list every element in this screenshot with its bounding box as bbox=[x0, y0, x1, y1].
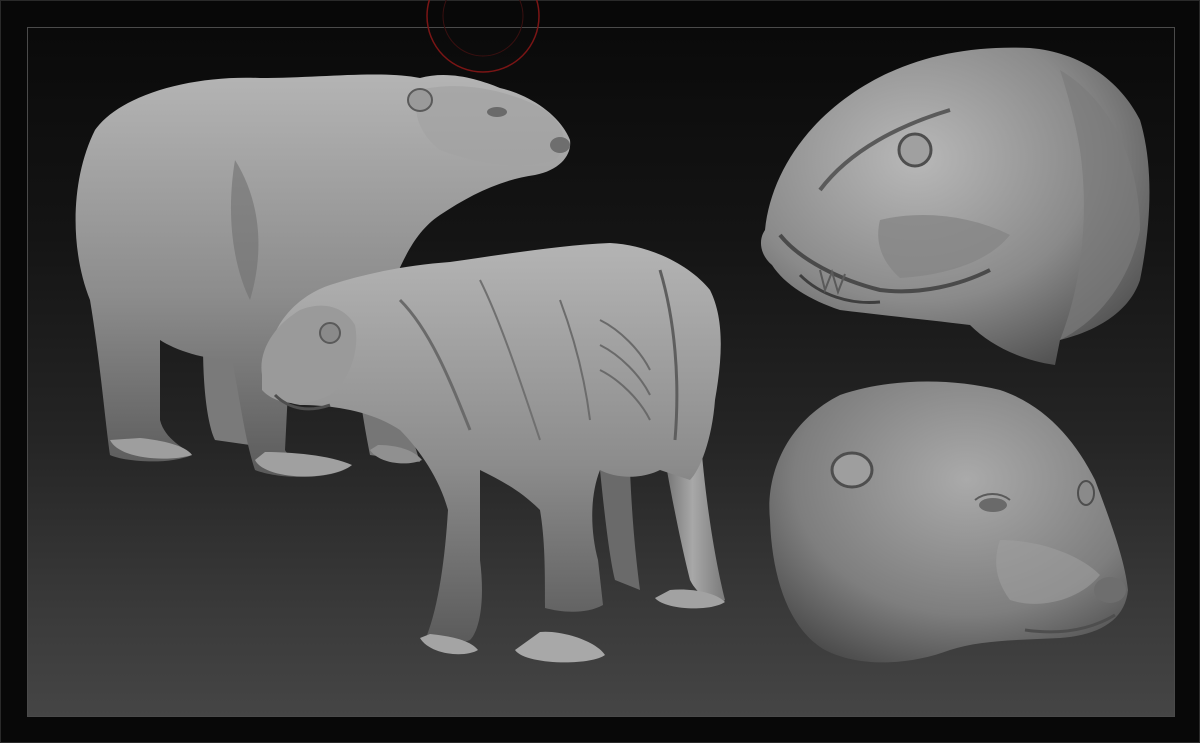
head-anatomy-skull-model[interactable] bbox=[760, 47, 1150, 365]
scene-svg bbox=[75, 0, 1150, 663]
muscle-anatomy-bear-model[interactable] bbox=[261, 243, 725, 663]
head-skin-model[interactable] bbox=[769, 381, 1128, 663]
rotate-gizmo-icon[interactable] bbox=[426, 0, 540, 73]
